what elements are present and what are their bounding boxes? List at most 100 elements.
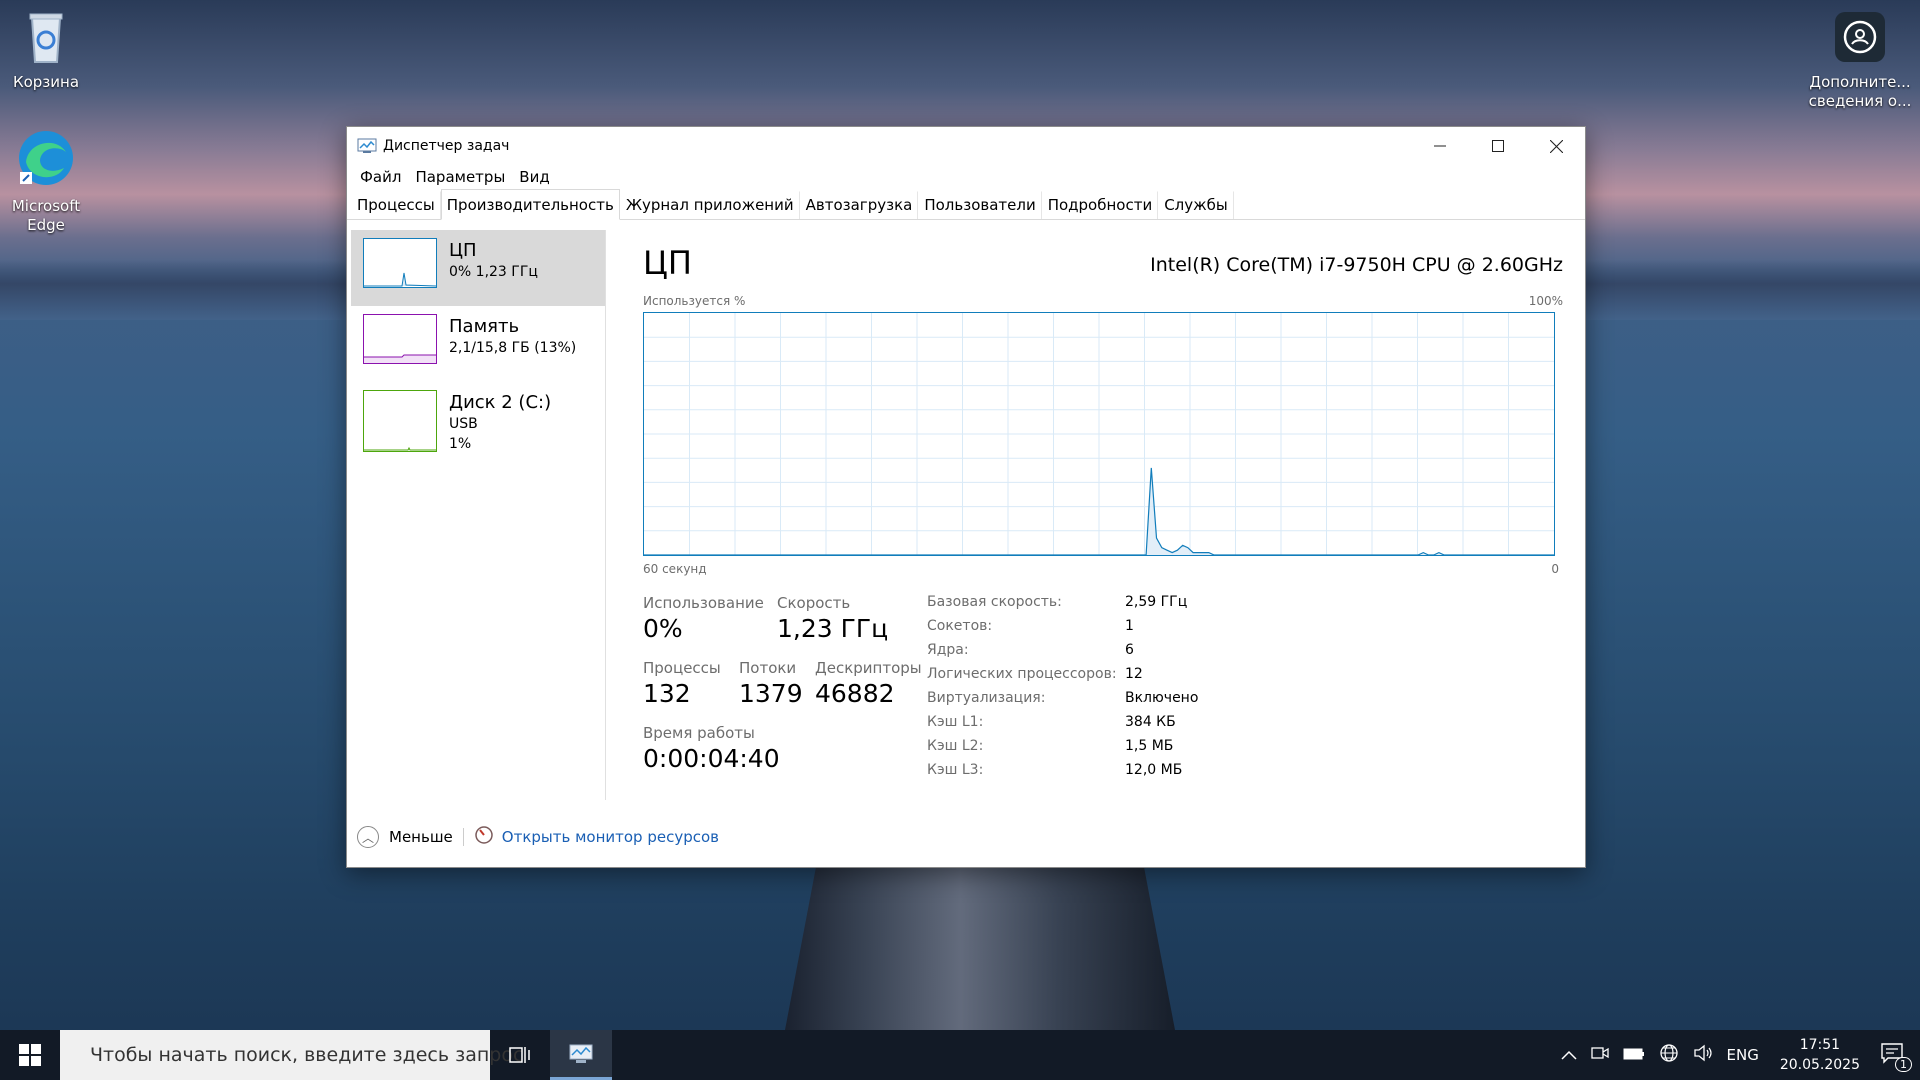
sidebar-item-subtitle: USB (449, 416, 478, 432)
clock-date: 20.05.2025 (1779, 1057, 1860, 1073)
chevron-up-icon[interactable]: ︿ (357, 826, 379, 848)
speed-label: Скорость (777, 594, 851, 612)
sidebar-item-subtitle: 0% 1,23 ГГц (449, 264, 538, 280)
footer-bar: ︿ Меньше Открыть монитор ресурсов (347, 820, 1585, 854)
graph-y-label: Используется % (643, 294, 746, 308)
maximize-button[interactable] (1469, 127, 1527, 165)
close-icon (1549, 139, 1563, 153)
resource-monitor-icon (474, 825, 494, 849)
tab-app-history[interactable]: Журнал приложений (620, 191, 800, 219)
sidebar-item-disk[interactable]: Диск 2 (C:) USB 1% (351, 382, 605, 468)
recycle-bin-desktop-icon[interactable]: Корзина (0, 10, 94, 92)
spec-value: 6 (1125, 642, 1134, 658)
minimize-button[interactable] (1411, 127, 1469, 165)
cpu-thumbnail-graph (363, 238, 437, 288)
uptime-label: Время работы (643, 724, 755, 742)
menu-file[interactable]: Файл (353, 168, 408, 186)
notification-count-badge: 1 (1895, 1057, 1912, 1072)
recycle-bin-icon (0, 10, 94, 69)
usage-value: 0% (643, 614, 683, 643)
network-button[interactable] (1652, 1043, 1686, 1067)
spec-label: Кэш L1: (927, 714, 984, 730)
start-button[interactable] (0, 1030, 60, 1080)
spec-value: 2,59 ГГц (1125, 594, 1188, 610)
cpu-detail-pane: ЦП Intel(R) Core(TM) i7-9750H CPU @ 2.60… (643, 220, 1563, 800)
clock[interactable]: 17:51 20.05.2025 (1766, 1035, 1874, 1075)
tab-bar: Процессы Производительность Журнал прило… (347, 189, 1585, 220)
edge-desktop-icon[interactable]: Microsoft Edge (0, 128, 94, 235)
sidebar-item-cpu[interactable]: ЦП 0% 1,23 ГГц (351, 230, 605, 306)
menu-view[interactable]: Вид (512, 168, 556, 186)
pier-image (785, 866, 1175, 1030)
tab-processes[interactable]: Процессы (351, 191, 441, 219)
cpu-model: Intel(R) Core(TM) i7-9750H CPU @ 2.60GHz (1150, 254, 1563, 276)
tab-services[interactable]: Службы (1158, 191, 1234, 219)
help-circle-icon (1804, 10, 1916, 69)
camera-icon (1590, 1047, 1609, 1059)
sidebar-item-memory[interactable]: Память 2,1/15,8 ГБ (13%) (351, 306, 605, 382)
cpu-usage-graph (643, 312, 1555, 556)
spec-value: 384 КБ (1125, 714, 1176, 730)
close-button[interactable] (1527, 127, 1585, 165)
show-hidden-icons-button[interactable] (1554, 1046, 1584, 1064)
chevron-up-icon (1560, 1050, 1577, 1060)
speaker-icon (1693, 1044, 1712, 1062)
threads-value: 1379 (739, 679, 803, 708)
performance-content: ЦП 0% 1,23 ГГц Память 2,1/15,8 ГБ (13%) (347, 220, 1585, 867)
sidebar-item-subtitle-2: 1% (449, 436, 472, 452)
maximize-icon (1492, 140, 1504, 152)
spec-value: 12,0 МБ (1125, 762, 1183, 778)
meet-now-button[interactable] (1584, 1045, 1616, 1065)
task-manager-app-icon (357, 138, 377, 154)
title-bar[interactable]: Диспетчер задач (347, 127, 1585, 165)
system-tray: ENG 17:51 20.05.2025 1 (1554, 1030, 1920, 1080)
uptime-value: 0:00:04:40 (643, 744, 780, 773)
memory-thumbnail-graph (363, 314, 437, 364)
tab-startup[interactable]: Автозагрузка (800, 191, 919, 219)
language-indicator[interactable]: ENG (1720, 1046, 1766, 1064)
resource-sidebar: ЦП 0% 1,23 ГГц Память 2,1/15,8 ГБ (13%) (351, 230, 606, 800)
edge-icon (0, 128, 94, 193)
spec-value: 1,5 МБ (1125, 738, 1174, 754)
open-resource-monitor-link[interactable]: Открыть монитор ресурсов (502, 828, 719, 846)
info-desktop-icon[interactable]: Дополните... сведения о... (1804, 10, 1916, 111)
windows-logo-icon (19, 1044, 41, 1066)
desktop-icon-label: Дополните... сведения о... (1808, 73, 1912, 110)
spec-label: Базовая скорость: (927, 594, 1062, 610)
sidebar-item-subtitle: 2,1/15,8 ГБ (13%) (449, 340, 577, 356)
disk-thumbnail-graph (363, 390, 437, 452)
menu-bar: Файл Параметры Вид (347, 165, 1585, 189)
desktop-icon-label: Microsoft Edge (11, 197, 81, 234)
taskbar-search-box[interactable]: Чтобы начать поиск, введите здесь запрос (60, 1030, 523, 1080)
processes-label: Процессы (643, 659, 721, 677)
menu-options[interactable]: Параметры (408, 168, 512, 186)
tab-users[interactable]: Пользователи (918, 191, 1042, 219)
sidebar-item-title: ЦП (449, 240, 477, 261)
spec-label: Кэш L2: (927, 738, 984, 754)
spec-value: Включено (1125, 690, 1199, 706)
action-center-button[interactable]: 1 (1874, 1042, 1920, 1072)
volume-button[interactable] (1686, 1044, 1720, 1066)
tab-details[interactable]: Подробности (1042, 191, 1159, 219)
task-view-icon (509, 1047, 530, 1063)
graph-time-right-label: 0 (1551, 562, 1559, 576)
handles-label: Дескрипторы (815, 659, 922, 677)
fewer-details-button[interactable]: Меньше (389, 828, 453, 846)
battery-button[interactable] (1616, 1046, 1652, 1064)
window-title: Диспетчер задач (383, 138, 510, 154)
processes-value: 132 (643, 679, 691, 708)
task-manager-window: Диспетчер задач Файл Параметры Вид Проце… (346, 126, 1586, 868)
page-title: ЦП (643, 244, 692, 282)
desktop-icon-label: Корзина (12, 73, 80, 91)
spec-label: Кэш L3: (927, 762, 984, 778)
tab-performance[interactable]: Производительность (440, 189, 620, 220)
battery-icon (1623, 1048, 1644, 1060)
task-view-button[interactable] (490, 1030, 550, 1080)
spec-label: Ядра: (927, 642, 969, 658)
taskbar-task-manager-button[interactable] (550, 1030, 612, 1080)
minimize-icon (1434, 145, 1446, 147)
spec-label: Логических процессоров: (927, 666, 1117, 682)
footer-divider (462, 828, 464, 846)
graph-time-left-label: 60 секунд (643, 562, 707, 576)
spec-value: 1 (1125, 618, 1134, 634)
